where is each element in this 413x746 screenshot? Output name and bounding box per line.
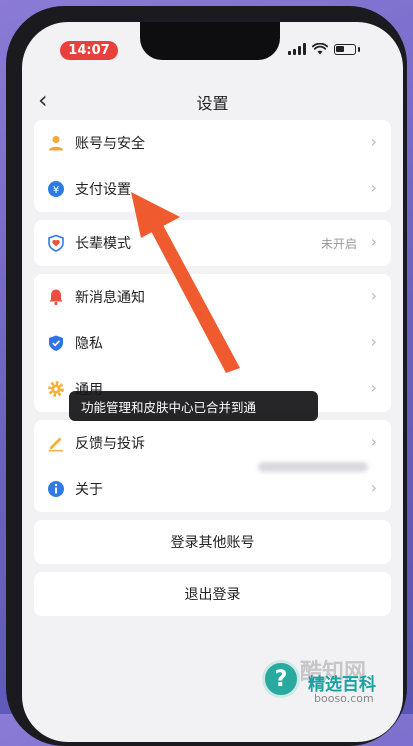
row-label: 关于 bbox=[75, 482, 103, 498]
chevron-right-icon: › bbox=[370, 478, 377, 497]
phone-screen: 14:07 ‹ 设置 账号与安全 › ¥ 支付设置 › 长辈模式 未开启 › 新… bbox=[22, 22, 403, 742]
watermark-question-icon: ? bbox=[262, 660, 300, 698]
chevron-right-icon: › bbox=[370, 332, 377, 351]
row-payment[interactable]: ¥ 支付设置 › bbox=[34, 166, 391, 212]
phone-frame: 14:07 ‹ 设置 账号与安全 › ¥ 支付设置 › 长辈模式 未开启 › 新… bbox=[6, 6, 407, 746]
row-elder-mode[interactable]: 长辈模式 未开启 › bbox=[34, 220, 391, 266]
svg-text:¥: ¥ bbox=[53, 185, 59, 196]
info-icon bbox=[48, 481, 64, 497]
chevron-right-icon: › bbox=[370, 378, 377, 397]
privacy-shield-icon bbox=[49, 335, 63, 351]
row-feedback[interactable]: 反馈与投诉 › bbox=[34, 420, 391, 466]
account-card: 账号与安全 › ¥ 支付设置 › bbox=[34, 120, 391, 212]
heart-shield-icon bbox=[48, 234, 64, 252]
status-bar: 14:07 bbox=[22, 22, 403, 72]
row-label: 新消息通知 bbox=[75, 290, 145, 306]
elder-mode-status: 未开启 bbox=[320, 237, 357, 251]
row-label: 账号与安全 bbox=[75, 136, 145, 152]
chevron-right-icon: › bbox=[370, 286, 377, 305]
chevron-right-icon: › bbox=[370, 432, 377, 451]
watermark-url: booso.com bbox=[314, 692, 374, 705]
battery-tip bbox=[358, 46, 360, 52]
gear-icon bbox=[48, 381, 64, 397]
row-privacy[interactable]: 隐私 › bbox=[34, 320, 391, 366]
wifi-icon bbox=[312, 43, 328, 55]
chevron-right-icon: › bbox=[370, 232, 377, 251]
page-title: 设置 bbox=[196, 94, 229, 113]
login-other-account-label: 登录其他账号 bbox=[170, 535, 255, 551]
login-other-account-button[interactable]: 登录其他账号 bbox=[34, 520, 391, 564]
elder-mode-card: 长辈模式 未开启 › bbox=[34, 220, 391, 266]
status-icons bbox=[288, 43, 360, 55]
row-label: 隐私 bbox=[75, 336, 103, 352]
logout-button[interactable]: 退出登录 bbox=[34, 572, 391, 616]
status-time: 14:07 bbox=[60, 41, 118, 60]
toast-text: 功能管理和皮肤中心已合并到通 bbox=[81, 399, 257, 415]
signal-icon bbox=[288, 43, 306, 55]
chevron-right-icon: › bbox=[370, 178, 377, 197]
row-label: 长辈模式 bbox=[75, 236, 131, 252]
watermark: 酷知网 ? 精选百科 booso.com bbox=[250, 654, 410, 710]
camera-notch bbox=[140, 22, 280, 60]
row-about[interactable]: 关于 › bbox=[34, 466, 391, 512]
row-notifications[interactable]: 新消息通知 › bbox=[34, 274, 391, 320]
version-blurred bbox=[258, 462, 368, 472]
logout-label: 退出登录 bbox=[184, 587, 241, 603]
payment-icon: ¥ bbox=[48, 181, 64, 197]
row-account-security[interactable]: 账号与安全 › bbox=[34, 120, 391, 166]
nav-bar: ‹ 设置 bbox=[22, 80, 403, 120]
row-label: 反馈与投诉 bbox=[75, 436, 145, 452]
toast-message: 功能管理和皮肤中心已合并到通 bbox=[69, 391, 318, 421]
row-label: 支付设置 bbox=[75, 182, 131, 198]
user-icon bbox=[49, 135, 63, 151]
bell-icon bbox=[49, 289, 63, 306]
pencil-icon bbox=[49, 437, 63, 452]
chevron-right-icon: › bbox=[370, 132, 377, 151]
battery-icon bbox=[334, 43, 356, 55]
